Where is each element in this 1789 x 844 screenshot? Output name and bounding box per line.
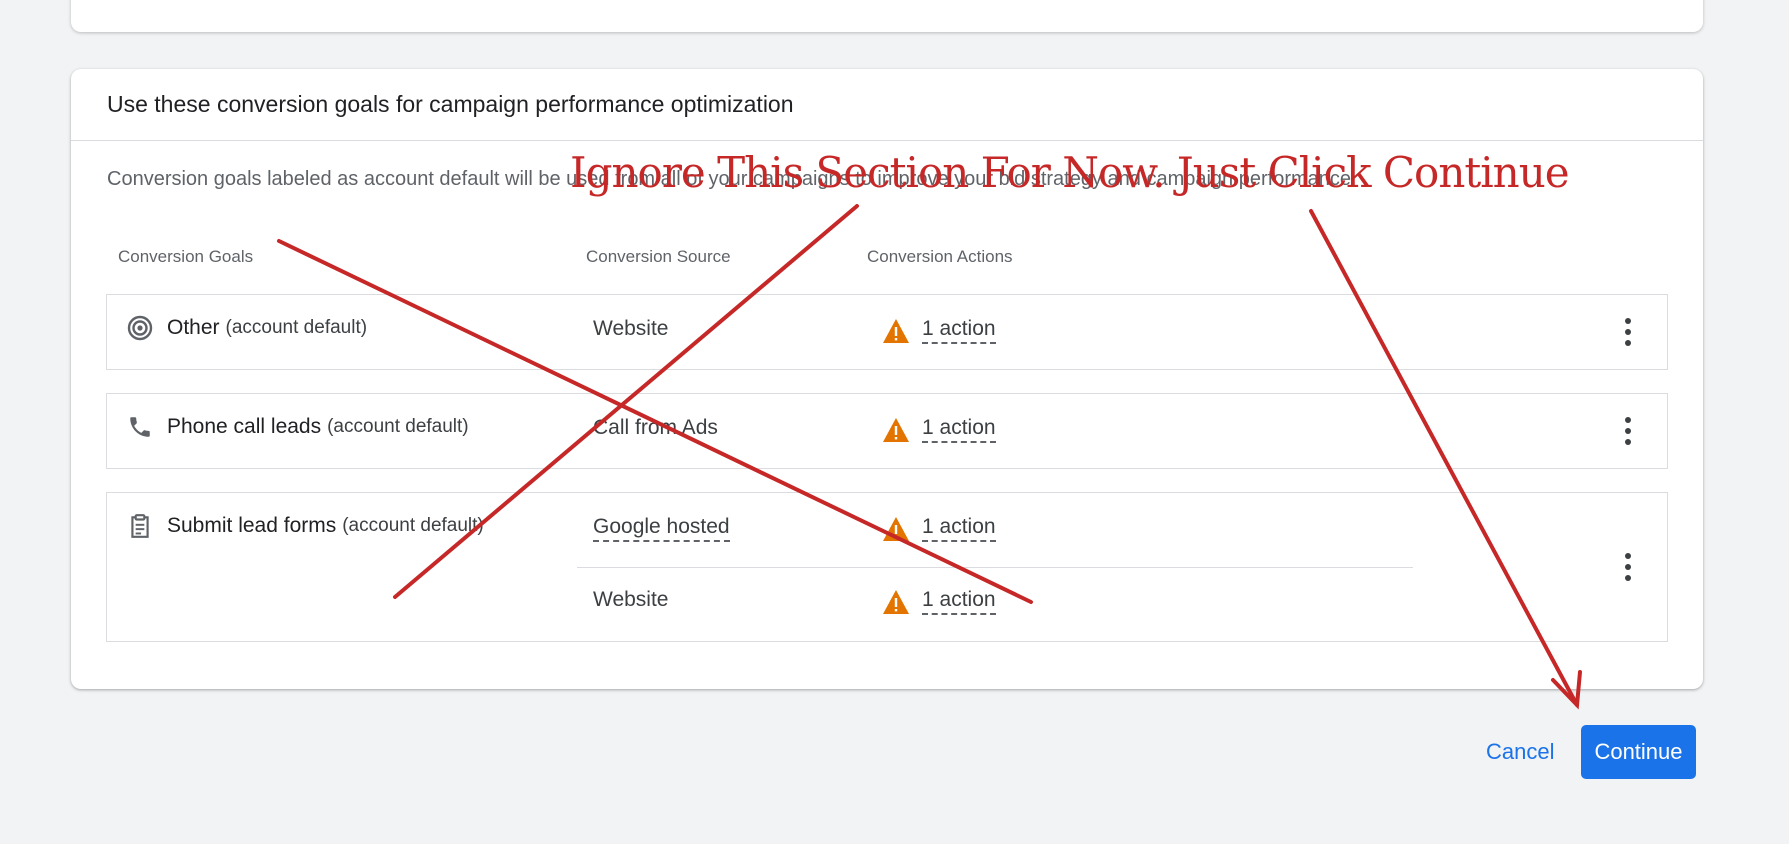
arrow-line: [1309, 209, 1579, 707]
annotation-overlay: [277, 204, 1582, 710]
annotation-text: Ignore This Section For Now. Just Click …: [570, 148, 1570, 197]
cross-out-line: [277, 239, 1033, 604]
cross-out-line: [393, 204, 859, 599]
